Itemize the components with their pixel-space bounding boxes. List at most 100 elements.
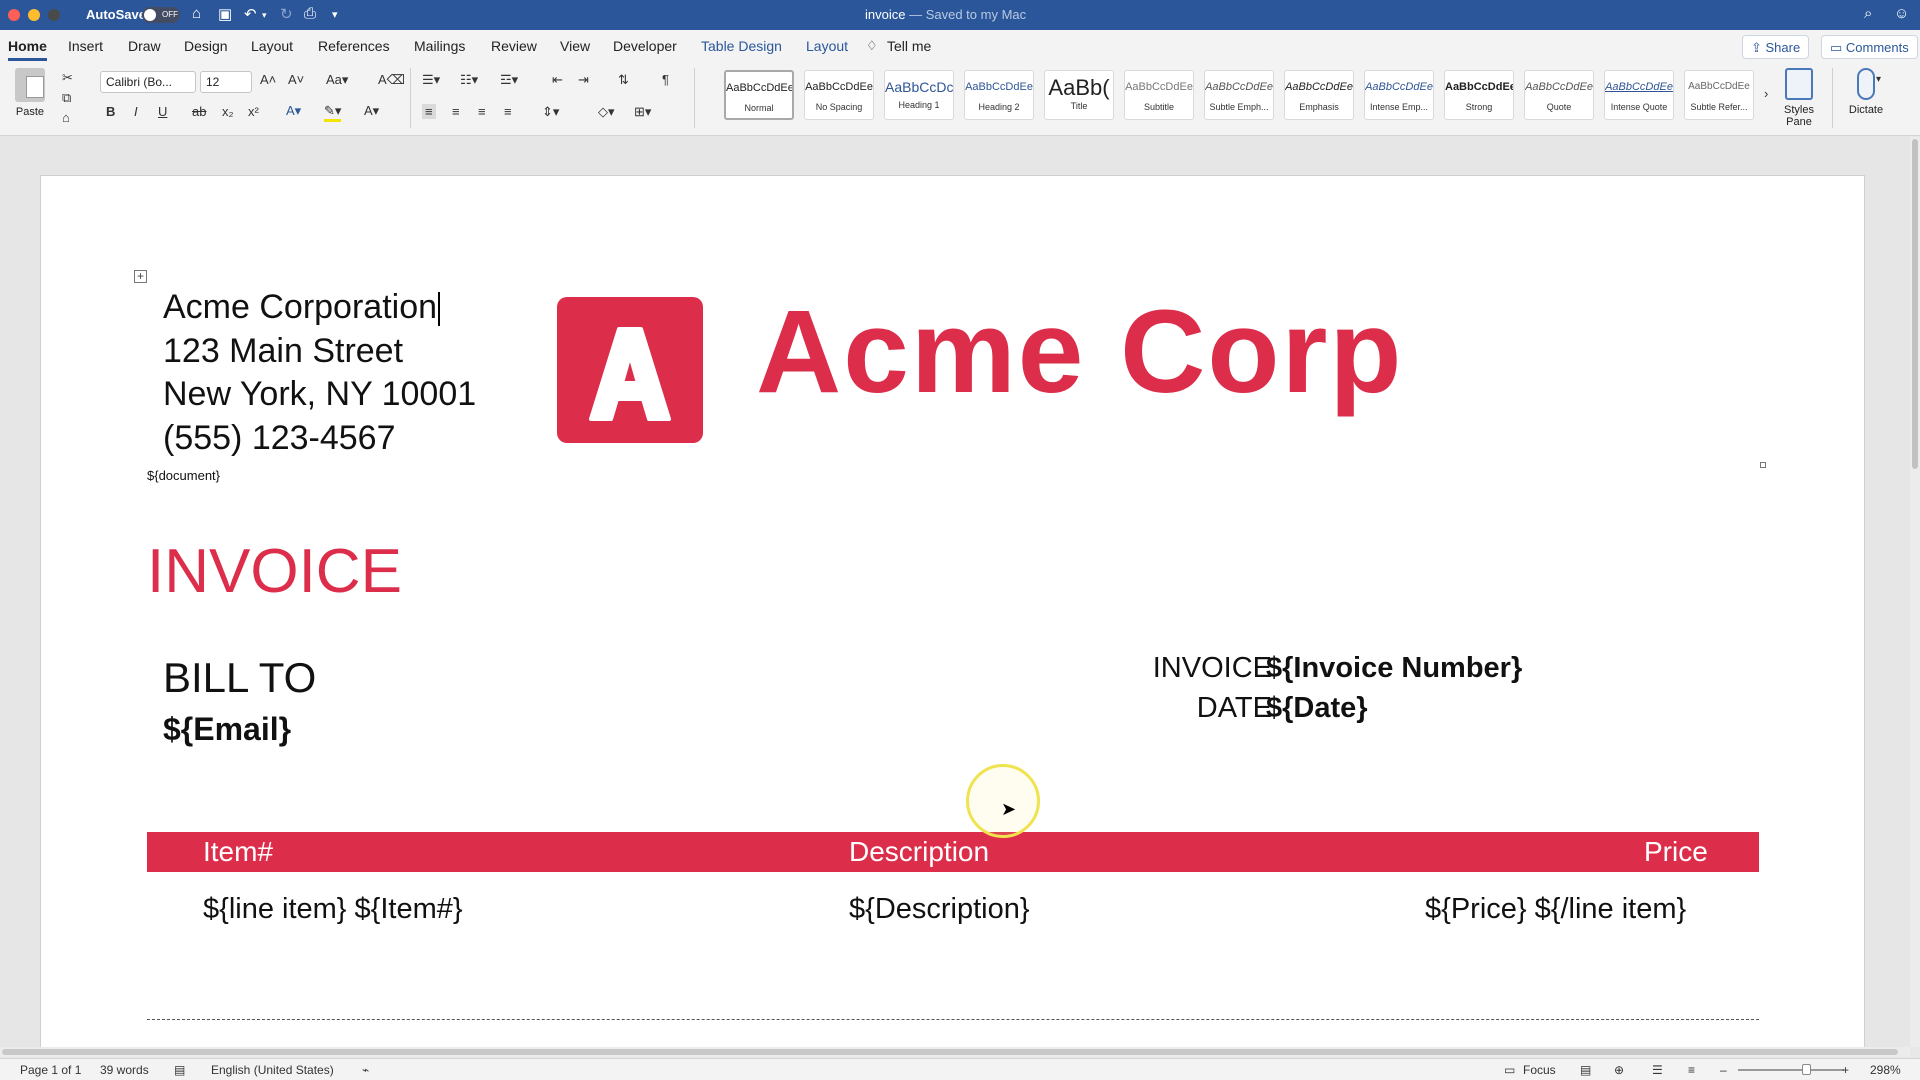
accessibility-icon[interactable]: ⌁: [362, 1063, 369, 1077]
account-icon[interactable]: ☺: [1894, 5, 1909, 22]
tab-references[interactable]: References: [318, 38, 390, 54]
company-name[interactable]: Acme Corporation: [163, 288, 441, 327]
justify-icon[interactable]: ≡: [504, 104, 512, 119]
tab-view[interactable]: View: [560, 38, 590, 54]
outline-view-icon[interactable]: ☰: [1652, 1063, 1663, 1077]
focus-mode-button[interactable]: Focus: [1523, 1063, 1556, 1077]
horizontal-scrollbar[interactable]: [0, 1047, 1910, 1057]
email-placeholder[interactable]: ${Email}: [163, 711, 291, 748]
tab-home[interactable]: Home: [8, 38, 47, 61]
style-heading-1[interactable]: AaBbCcDc Heading 1: [884, 70, 954, 120]
zoom-level[interactable]: 298%: [1870, 1063, 1901, 1077]
align-center-icon[interactable]: ≡: [452, 104, 460, 119]
dictate-button[interactable]: Dictate: [1836, 68, 1896, 116]
share-button[interactable]: ⇪ Share: [1742, 35, 1810, 59]
style-heading-2[interactable]: AaBbCcDdEe Heading 2: [964, 70, 1034, 120]
tab-design[interactable]: Design: [184, 38, 228, 54]
style-quote[interactable]: AaBbCcDdEe Quote: [1524, 70, 1594, 120]
zoom-slider[interactable]: [1738, 1069, 1844, 1071]
style-subtitle[interactable]: AaBbCcDdEe Subtitle: [1124, 70, 1194, 120]
bold-icon[interactable]: B: [106, 104, 115, 119]
city-address[interactable]: New York, NY 10001: [163, 375, 476, 414]
bullets-icon[interactable]: ☰▾: [422, 72, 440, 88]
undo-dropdown-icon[interactable]: ▾: [262, 10, 267, 21]
page-count[interactable]: Page 1 of 1: [20, 1063, 81, 1077]
borders-icon[interactable]: ⊞▾: [634, 104, 651, 120]
header-description[interactable]: Description: [849, 836, 989, 868]
cell-description[interactable]: ${Description}: [849, 893, 1030, 926]
web-layout-icon[interactable]: ⊕: [1614, 1063, 1624, 1077]
header-item-number[interactable]: Item#: [203, 836, 273, 868]
font-size-select[interactable]: 12: [200, 71, 252, 93]
strikethrough-icon[interactable]: ab: [192, 104, 206, 119]
tab-insert[interactable]: Insert: [68, 38, 103, 54]
styles-gallery-more-icon[interactable]: ›: [1764, 86, 1768, 101]
italic-icon[interactable]: I: [134, 104, 138, 119]
horizontal-scroll-thumb[interactable]: [2, 1049, 1898, 1055]
tab-mailings[interactable]: Mailings: [414, 38, 465, 54]
print-layout-icon[interactable]: ▤: [1580, 1063, 1591, 1077]
vertical-scroll-thumb[interactable]: [1912, 139, 1918, 469]
header-price[interactable]: Price: [1644, 836, 1708, 868]
undo-icon[interactable]: ↶: [244, 5, 257, 23]
logo-icon[interactable]: [557, 297, 703, 443]
style-subtle-emphasis[interactable]: AaBbCcDdEe Subtle Emph...: [1204, 70, 1274, 120]
language[interactable]: English (United States): [211, 1063, 334, 1077]
zoom-window-button[interactable]: [48, 9, 60, 21]
cell-price[interactable]: ${Price} ${/line item}: [1425, 893, 1686, 926]
date-value[interactable]: ${Date}: [1266, 692, 1368, 725]
zoom-slider-knob[interactable]: [1802, 1064, 1811, 1075]
minimize-window-button[interactable]: [28, 9, 40, 21]
tab-table-layout[interactable]: Layout: [806, 38, 848, 54]
sort-icon[interactable]: ⇅: [618, 72, 629, 88]
dictate-dropdown-icon[interactable]: ▾: [1876, 74, 1881, 85]
align-right-icon[interactable]: ≡: [478, 104, 486, 119]
highlight-icon[interactable]: ✎▾: [324, 103, 342, 122]
font-name-select[interactable]: Calibri (Bo...: [100, 71, 196, 93]
street-address[interactable]: 123 Main Street: [163, 332, 403, 371]
focus-icon[interactable]: ▭: [1504, 1063, 1515, 1077]
change-case-icon[interactable]: Aa▾: [326, 72, 348, 88]
customize-toolbar-icon[interactable]: ▾: [332, 8, 338, 21]
cut-icon[interactable]: ✂: [62, 70, 73, 86]
document-canvas[interactable]: + Acme Corporation 123 Main Street New Y…: [0, 137, 1920, 1047]
grow-font-icon[interactable]: A˄: [260, 72, 276, 87]
tell-me-search[interactable]: Tell me: [887, 38, 931, 54]
tab-table-design[interactable]: Table Design: [701, 38, 782, 54]
style-intense-quote[interactable]: AaBbCcDdEe Intense Quote: [1604, 70, 1674, 120]
superscript-icon[interactable]: x²: [248, 104, 259, 119]
subscript-icon[interactable]: x₂: [222, 104, 234, 119]
cell-item-number[interactable]: ${line item} ${Item#}: [203, 893, 463, 926]
bill-to-heading[interactable]: BILL TO: [163, 654, 316, 702]
date-label[interactable]: DATE: [1072, 692, 1272, 725]
clear-formatting-icon[interactable]: A⌫: [378, 72, 405, 88]
styles-pane-button[interactable]: Styles Pane: [1774, 68, 1824, 128]
style-strong[interactable]: AaBbCcDdEe Strong: [1444, 70, 1514, 120]
invoice-number-value[interactable]: ${Invoice Number}: [1266, 652, 1522, 685]
comments-button[interactable]: ▭ Comments: [1821, 35, 1918, 59]
draft-view-icon[interactable]: ≡: [1688, 1063, 1695, 1077]
phone-number[interactable]: (555) 123-4567: [163, 419, 396, 458]
tab-layout[interactable]: Layout: [251, 38, 293, 54]
search-icon[interactable]: ⌕: [1864, 5, 1872, 22]
vertical-scrollbar[interactable]: [1910, 137, 1920, 1047]
paste-button[interactable]: Paste: [10, 68, 50, 118]
zoom-in-button[interactable]: +: [1842, 1063, 1849, 1077]
table-move-handle-icon[interactable]: +: [134, 270, 147, 283]
invoice-heading[interactable]: INVOICE: [147, 536, 402, 607]
shrink-font-icon[interactable]: A˅: [288, 72, 304, 87]
style-emphasis[interactable]: AaBbCcDdEe Emphasis: [1284, 70, 1354, 120]
word-count[interactable]: 39 words: [100, 1063, 149, 1077]
autosave-toggle[interactable]: OFF: [142, 7, 180, 23]
style-no-spacing[interactable]: AaBbCcDdEe No Spacing: [804, 70, 874, 120]
text-effects-icon[interactable]: A▾: [286, 103, 301, 119]
show-formatting-icon[interactable]: ¶: [662, 72, 669, 87]
proofing-icon[interactable]: ▤: [174, 1063, 185, 1077]
shading-icon[interactable]: ◇▾: [598, 104, 615, 120]
zoom-out-button[interactable]: –: [1720, 1063, 1727, 1077]
print-icon[interactable]: ⎙: [304, 5, 316, 22]
increase-indent-icon[interactable]: ⇥: [578, 72, 589, 88]
line-spacing-icon[interactable]: ⇕▾: [542, 104, 559, 120]
tab-developer[interactable]: Developer: [613, 38, 677, 54]
style-title[interactable]: AaBb(Title: [1044, 70, 1114, 120]
